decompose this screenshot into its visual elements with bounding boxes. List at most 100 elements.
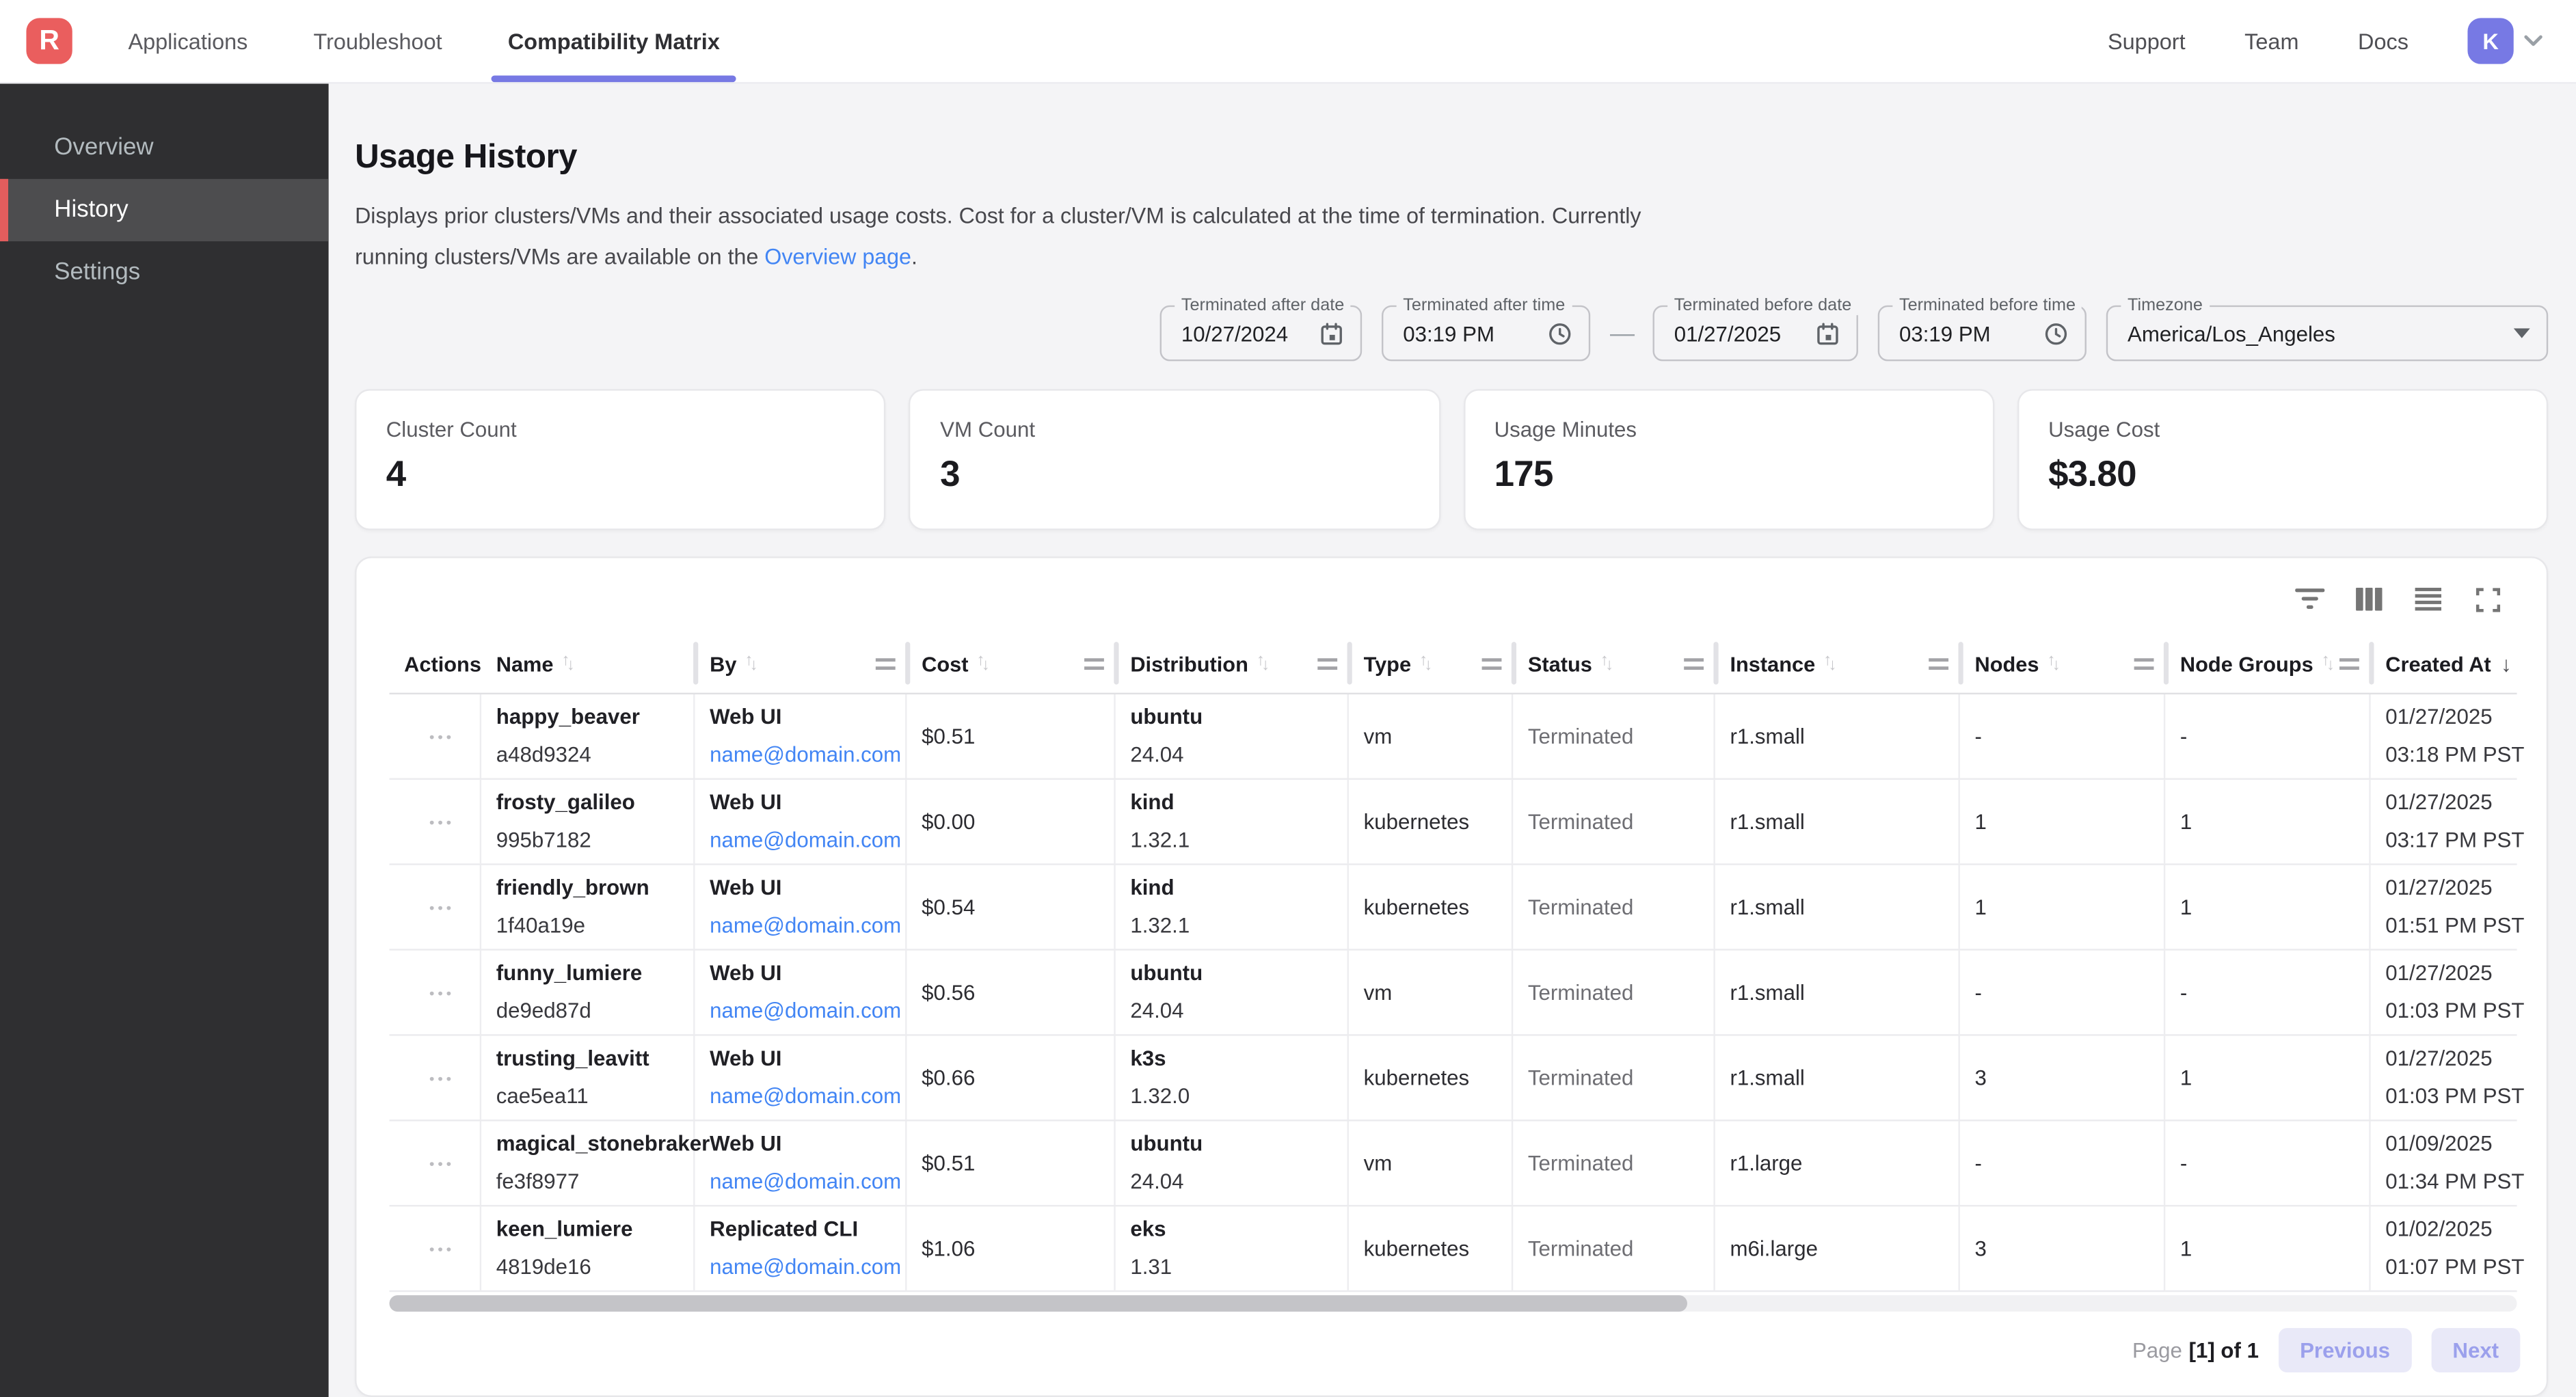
column-menu-icon[interactable]	[1684, 657, 1704, 669]
column-header-type[interactable]: Type↑↓	[1349, 634, 1513, 692]
email-link[interactable]: name@domain.com	[710, 998, 905, 1024]
created-time: 03:18 PM PST	[2385, 742, 2519, 768]
created-date: 01/02/2025	[2385, 1217, 2519, 1243]
nav-docs[interactable]: Docs	[2358, 29, 2409, 53]
sidebar-item-settings[interactable]: Settings	[0, 241, 329, 303]
cell-actions: •••	[390, 865, 482, 949]
column-menu-icon[interactable]	[1929, 657, 1948, 669]
terminated-before-date-label: Terminated before date	[1667, 295, 1858, 315]
sort-icons[interactable]: ↑↓	[744, 655, 757, 671]
next-page-button[interactable]: Next	[2431, 1328, 2520, 1372]
column-header-by[interactable]: By↑↓	[695, 634, 907, 692]
email-link[interactable]: name@domain.com	[710, 742, 905, 768]
chevron-down-icon[interactable]	[2523, 34, 2543, 47]
terminated-after-date-label: Terminated after date	[1175, 295, 1351, 315]
scrollbar-thumb[interactable]	[390, 1295, 1687, 1312]
column-header-name[interactable]: Name↑↓	[481, 634, 695, 692]
column-menu-icon[interactable]	[2134, 657, 2154, 669]
column-menu-icon[interactable]	[1317, 657, 1337, 669]
row-actions-menu[interactable]: •••	[429, 809, 455, 835]
email-link[interactable]: name@domain.com	[710, 1083, 905, 1109]
overview-page-link[interactable]: Overview page	[764, 245, 911, 269]
horizontal-scrollbar[interactable]	[390, 1295, 2517, 1312]
stat-label: Usage Minutes	[1494, 417, 1963, 442]
sort-icons[interactable]: ↑↓	[976, 655, 989, 671]
email-link[interactable]: name@domain.com	[710, 1169, 905, 1195]
columns-icon[interactable]	[2346, 578, 2392, 620]
cell-text: vm	[1364, 1150, 1512, 1176]
nav-team[interactable]: Team	[2244, 29, 2298, 53]
cell-text: 3	[1975, 1235, 2164, 1261]
previous-page-button[interactable]: Previous	[2279, 1328, 2411, 1372]
email-link[interactable]: name@domain.com	[710, 1254, 905, 1280]
sidebar-item-history[interactable]: History	[0, 179, 329, 241]
sort-icons[interactable]: ↑↓	[1600, 655, 1613, 671]
sorted-desc-icon[interactable]: ↓	[2501, 651, 2512, 675]
table-row: •••magical_stonebrakerfe3f8977Web UIname…	[390, 1121, 2517, 1206]
column-header-created-at[interactable]: Created At↓	[2371, 634, 2519, 692]
secondary-text: 1f40a19e	[496, 912, 693, 938]
tab-troubleshoot[interactable]: Troubleshoot	[280, 0, 474, 82]
nav-support[interactable]: Support	[2108, 29, 2186, 53]
primary-text: funny_lumiere	[496, 960, 693, 986]
density-icon[interactable]	[2405, 578, 2451, 620]
cell-created-at: 01/02/202501:07 PM PST	[2371, 1206, 2519, 1290]
row-actions-menu[interactable]: •••	[429, 1065, 455, 1091]
replicated-logo[interactable]: R	[26, 18, 72, 64]
column-menu-icon[interactable]	[1482, 657, 1502, 669]
terminated-after-date-field[interactable]: Terminated after date10/27/2024	[1160, 306, 1363, 362]
cell-text: kubernetes	[1364, 1235, 1512, 1261]
table-row: •••trusting_leavittcae5ea11Web UIname@do…	[390, 1036, 2517, 1122]
sort-icons[interactable]: ↑↓	[1257, 655, 1270, 671]
cell-by: Web UIname@domain.com	[695, 694, 907, 778]
sort-icons[interactable]: ↑↓	[1823, 655, 1836, 671]
column-header-instance[interactable]: Instance↑↓	[1715, 634, 1960, 692]
avatar[interactable]: K	[2467, 18, 2513, 64]
terminated-before-date-value: 01/27/2025	[1674, 321, 1781, 346]
column-menu-icon[interactable]	[1084, 657, 1104, 669]
row-actions-menu[interactable]: •••	[429, 723, 455, 749]
tab-compatibility-matrix[interactable]: Compatibility Matrix	[475, 0, 753, 82]
terminated-after-date-value: 10/27/2024	[1181, 321, 1288, 346]
column-menu-icon[interactable]	[2339, 657, 2359, 669]
sort-icons[interactable]: ↑↓	[562, 655, 575, 671]
fullscreen-icon[interactable]	[2465, 578, 2510, 620]
cell-text: $1.06	[922, 1235, 1114, 1261]
column-header-nodes[interactable]: Nodes↑↓	[1960, 634, 2165, 692]
column-header-distribution[interactable]: Distribution↑↓	[1116, 634, 1349, 692]
sort-icons[interactable]: ↑↓	[1419, 655, 1432, 671]
sort-icons[interactable]: ↑↓	[2322, 655, 2335, 671]
cell-node-groups: 1	[2165, 1036, 2370, 1120]
column-menu-icon[interactable]	[876, 657, 896, 669]
cell-by: Web UIname@domain.com	[695, 1036, 907, 1120]
column-header-node-groups[interactable]: Node Groups↑↓	[2165, 634, 2370, 692]
page-title: Usage History	[355, 138, 2548, 178]
terminated-before-time-field[interactable]: Terminated before time03:19 PM	[1878, 306, 2087, 362]
tab-applications[interactable]: Applications	[95, 0, 280, 82]
email-link[interactable]: name@domain.com	[710, 828, 905, 854]
row-actions-menu[interactable]: •••	[429, 894, 455, 920]
app: R ApplicationsTroubleshootCompatibility …	[0, 0, 2576, 1397]
pagination: Page[1] of 1 Previous Next	[356, 1328, 2546, 1372]
cell-by: Web UIname@domain.com	[695, 865, 907, 949]
cell-instance: r1.small	[1715, 1036, 1960, 1120]
email-link[interactable]: name@domain.com	[710, 912, 905, 938]
cell-text: Terminated	[1528, 1065, 1714, 1091]
created-date: 01/27/2025	[2385, 960, 2519, 986]
column-header-cost[interactable]: Cost↑↓	[907, 634, 1116, 692]
cell-by: Web UIname@domain.com	[695, 1121, 907, 1204]
column-header-status[interactable]: Status↑↓	[1513, 634, 1715, 692]
terminated-after-time-field[interactable]: Terminated after time03:19 PM	[1382, 306, 1590, 362]
usage-history-table: ActionsName↑↓By↑↓Cost↑↓Distribution↑↓Typ…	[390, 634, 2517, 1312]
cell-text: $0.54	[922, 894, 1114, 920]
sidebar-item-overview[interactable]: Overview	[0, 117, 329, 179]
cell-nodes: 3	[1960, 1036, 2165, 1120]
filter-icon[interactable]	[2287, 578, 2333, 620]
sort-icons[interactable]: ↑↓	[2048, 655, 2061, 671]
cell-name: funny_lumierede9ed87d	[481, 951, 695, 1034]
row-actions-menu[interactable]: •••	[429, 1235, 455, 1261]
row-actions-menu[interactable]: •••	[429, 979, 455, 1005]
timezone-field[interactable]: TimezoneAmerica/Los_Angeles	[2106, 306, 2548, 362]
terminated-before-date-field[interactable]: Terminated before date01/27/2025	[1653, 306, 1858, 362]
row-actions-menu[interactable]: •••	[429, 1150, 455, 1176]
